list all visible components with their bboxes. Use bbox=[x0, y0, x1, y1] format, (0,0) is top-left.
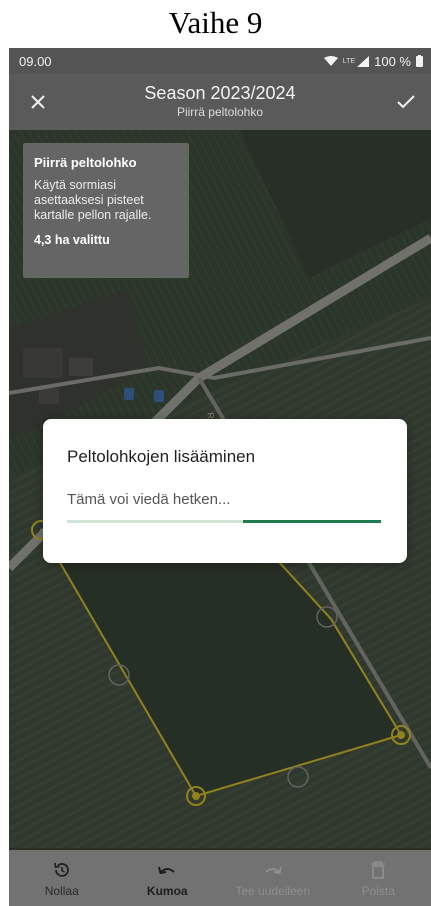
instruction-title: Piirrä peltolohko bbox=[34, 155, 137, 170]
app-bar: Season 2023/2024 Piirrä peltolohko bbox=[9, 74, 431, 130]
step-caption: Vaihe 9 bbox=[168, 5, 263, 40]
history-icon bbox=[52, 858, 72, 882]
undo-label: Kumoa bbox=[146, 884, 188, 898]
redo-label: Tee uudelleen bbox=[235, 884, 311, 898]
page-subtitle: Piirrä peltolohko bbox=[176, 105, 264, 119]
wifi-icon bbox=[323, 55, 338, 66]
trash-icon bbox=[370, 858, 386, 882]
status-bar: 09.00 LTE 100 % bbox=[9, 48, 431, 74]
battery-icon bbox=[416, 55, 423, 67]
progress-bar-fill bbox=[242, 520, 381, 523]
network-type-label: LTE bbox=[342, 57, 356, 65]
undo-button[interactable]: Kumoa bbox=[119, 858, 215, 898]
dialog-message: Tämä voi viedä hetken... bbox=[67, 491, 231, 508]
check-icon bbox=[397, 95, 415, 109]
phone-screen: Ro 09.00 LTE 100 % Seas bbox=[9, 48, 431, 906]
reset-label: Nollaa bbox=[44, 884, 79, 898]
battery-percentage: 100 % bbox=[374, 53, 411, 69]
delete-label: Poista bbox=[361, 884, 395, 898]
signal-icon bbox=[357, 55, 370, 67]
close-button[interactable] bbox=[25, 89, 51, 115]
instruction-card: Piirrä peltolohko Käytä sormiasi asettaa… bbox=[23, 143, 189, 278]
bottom-action-bar: Nollaa Kumoa Tee uudelleen Poista bbox=[9, 850, 431, 906]
close-icon bbox=[31, 95, 45, 109]
progress-dialog: Peltolohkojen lisääminen Tämä voi viedä … bbox=[43, 419, 407, 563]
selected-area: 4,3 ha valittu bbox=[34, 233, 110, 247]
redo-button[interactable]: Tee uudelleen bbox=[225, 858, 321, 898]
delete-button[interactable]: Poista bbox=[330, 858, 426, 898]
undo-icon bbox=[156, 858, 178, 882]
dialog-title: Peltolohkojen lisääminen bbox=[67, 447, 256, 466]
progress-bar bbox=[67, 520, 381, 523]
app-bar-titles: Season 2023/2024 Piirrä peltolohko bbox=[89, 82, 351, 120]
reset-button[interactable]: Nollaa bbox=[14, 858, 110, 898]
status-time: 09.00 bbox=[19, 53, 52, 69]
instruction-text: Käytä sormiasi asettaaksesi pisteet kart… bbox=[34, 178, 152, 222]
redo-icon bbox=[262, 858, 284, 882]
confirm-button[interactable] bbox=[393, 89, 419, 115]
page-title: Season 2023/2024 bbox=[144, 83, 296, 103]
